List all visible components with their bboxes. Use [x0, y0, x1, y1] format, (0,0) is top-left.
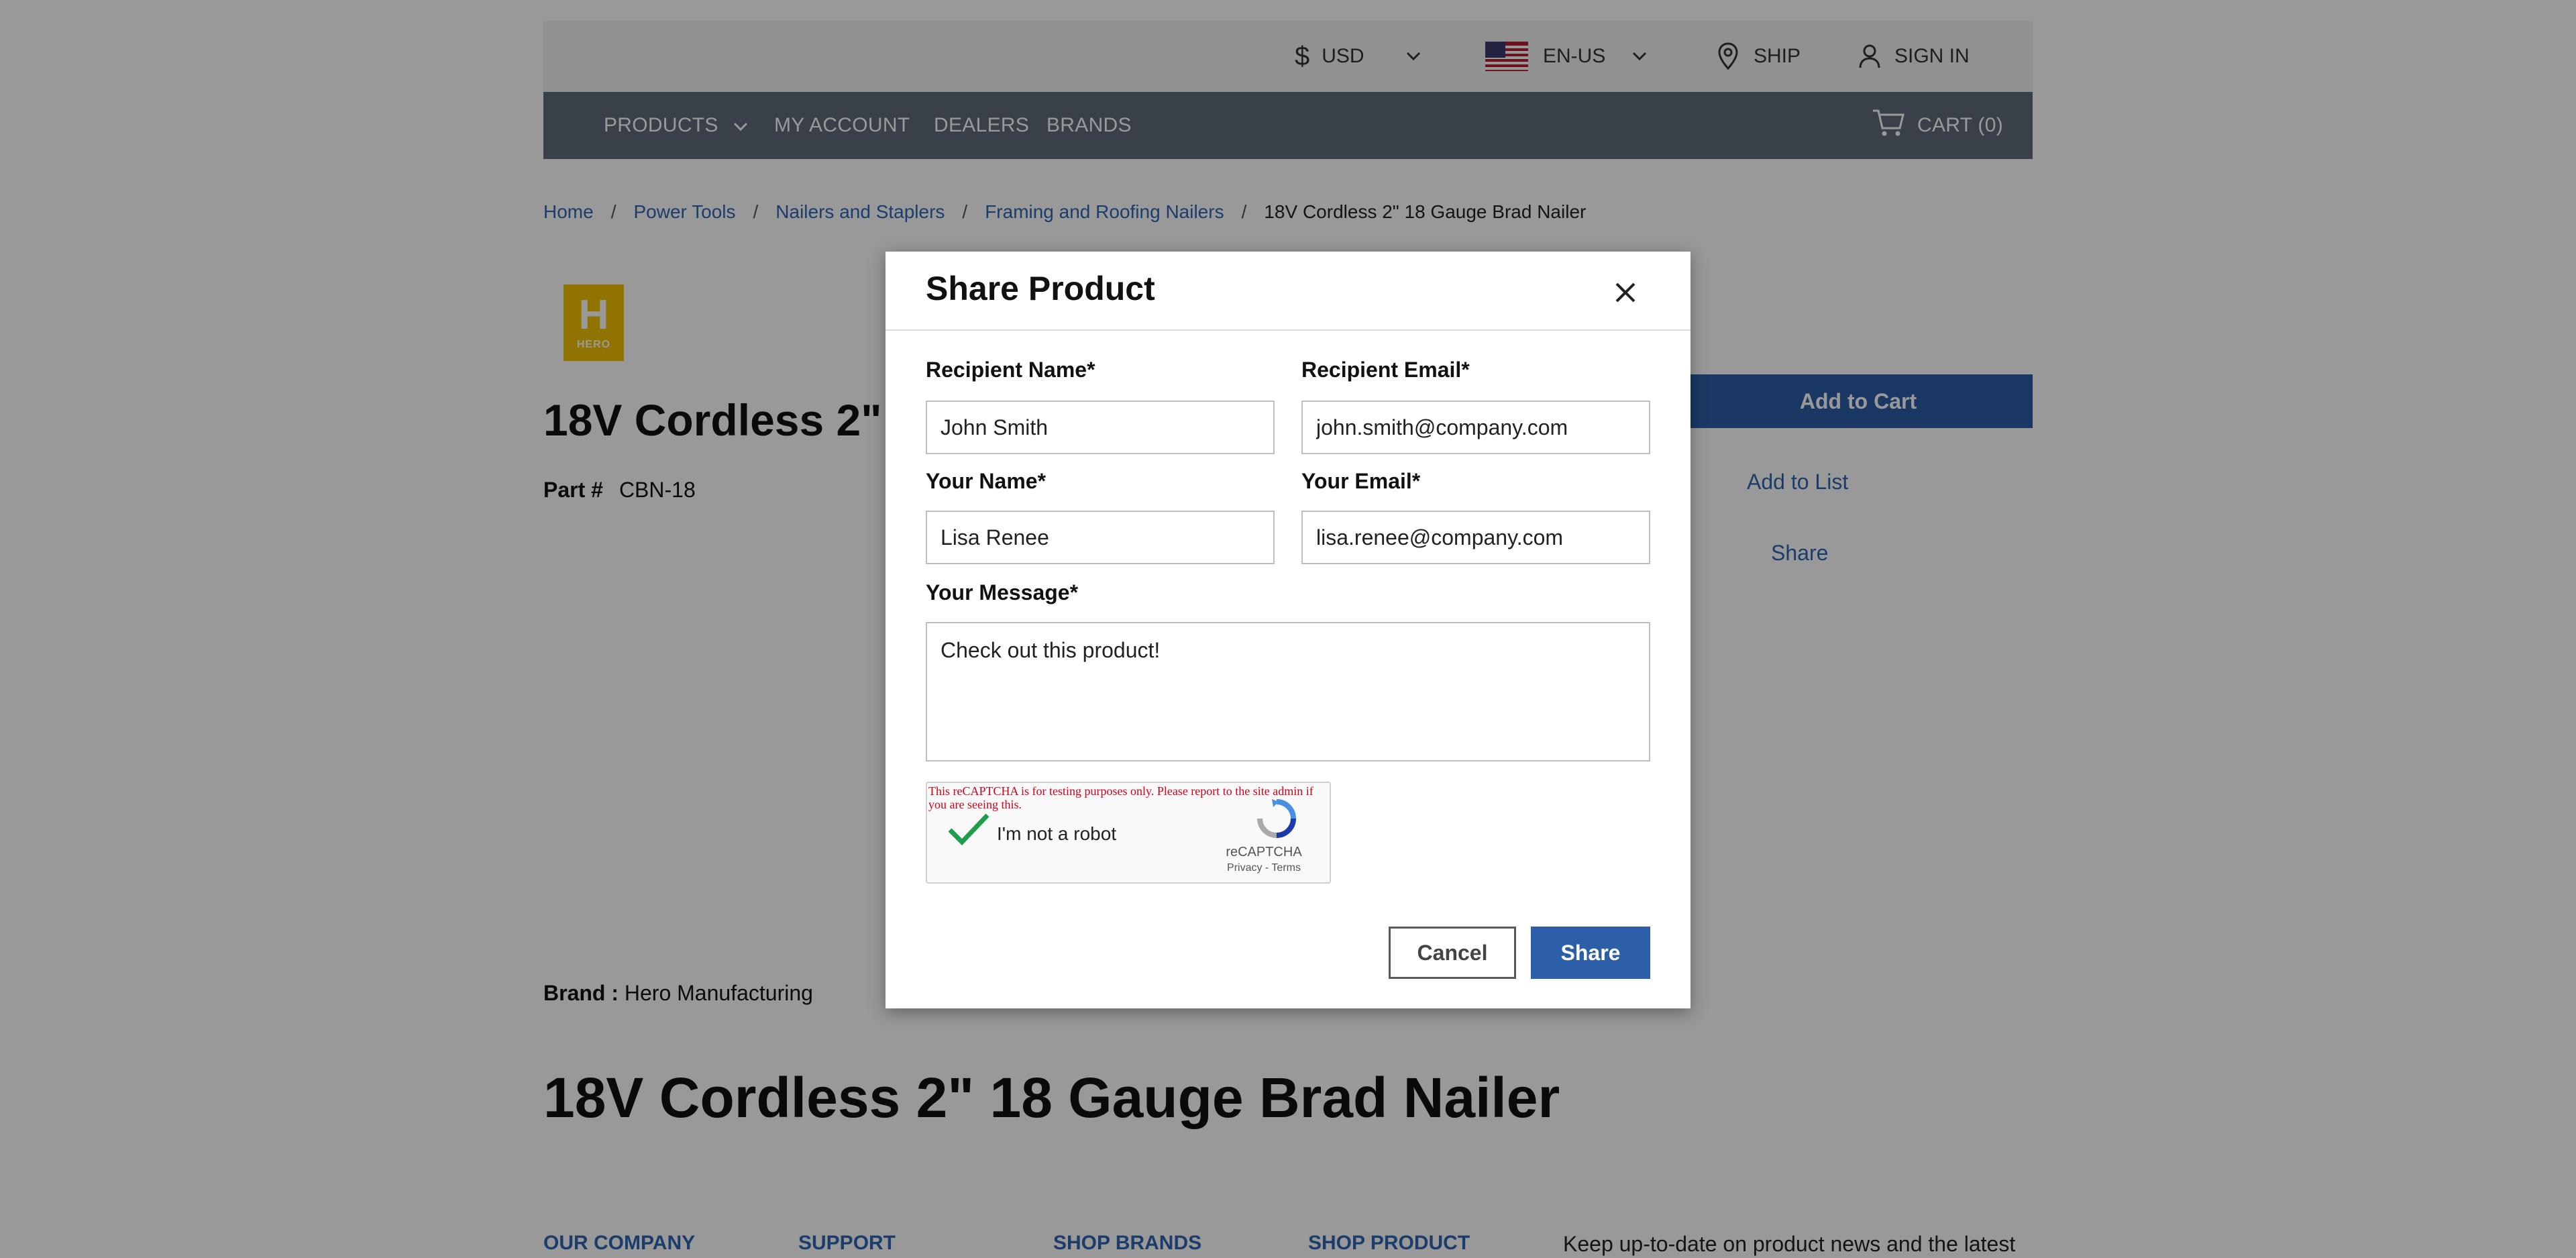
recaptcha-label: I'm not a robot [997, 823, 1117, 844]
share-product-dialog: Share Product Recipient Name* Recipient … [885, 252, 1690, 1008]
close-button[interactable] [1609, 276, 1642, 309]
recaptcha-checkbox[interactable] [947, 811, 990, 849]
recipient-email-label: Recipient Email* [1301, 358, 1470, 382]
dialog-header: Share Product [885, 252, 1690, 331]
recipient-email-input[interactable] [1301, 401, 1650, 454]
recaptcha-logo-icon [1254, 796, 1299, 844]
message-textarea[interactable]: Check out this product! [926, 622, 1650, 762]
recipient-name-input[interactable] [926, 401, 1275, 454]
recaptcha-brand: reCAPTCHA [1226, 845, 1302, 859]
your-email-input[interactable] [1301, 511, 1650, 564]
checkmark-icon [948, 813, 989, 846]
your-email-label: Your Email* [1301, 469, 1421, 493]
share-button[interactable]: Share [1531, 927, 1650, 979]
dialog-title: Share Product [926, 270, 1155, 307]
message-label: Your Message* [926, 580, 1079, 605]
your-name-label: Your Name* [926, 469, 1046, 493]
cancel-button[interactable]: Cancel [1389, 927, 1516, 979]
recaptcha-terms-link[interactable]: Privacy - Terms [1202, 862, 1326, 874]
recipient-name-label: Recipient Name* [926, 358, 1095, 382]
your-name-input[interactable] [926, 511, 1275, 564]
recaptcha-widget: This reCAPTCHA is for testing purposes o… [926, 782, 1331, 884]
close-icon [1615, 282, 1635, 303]
